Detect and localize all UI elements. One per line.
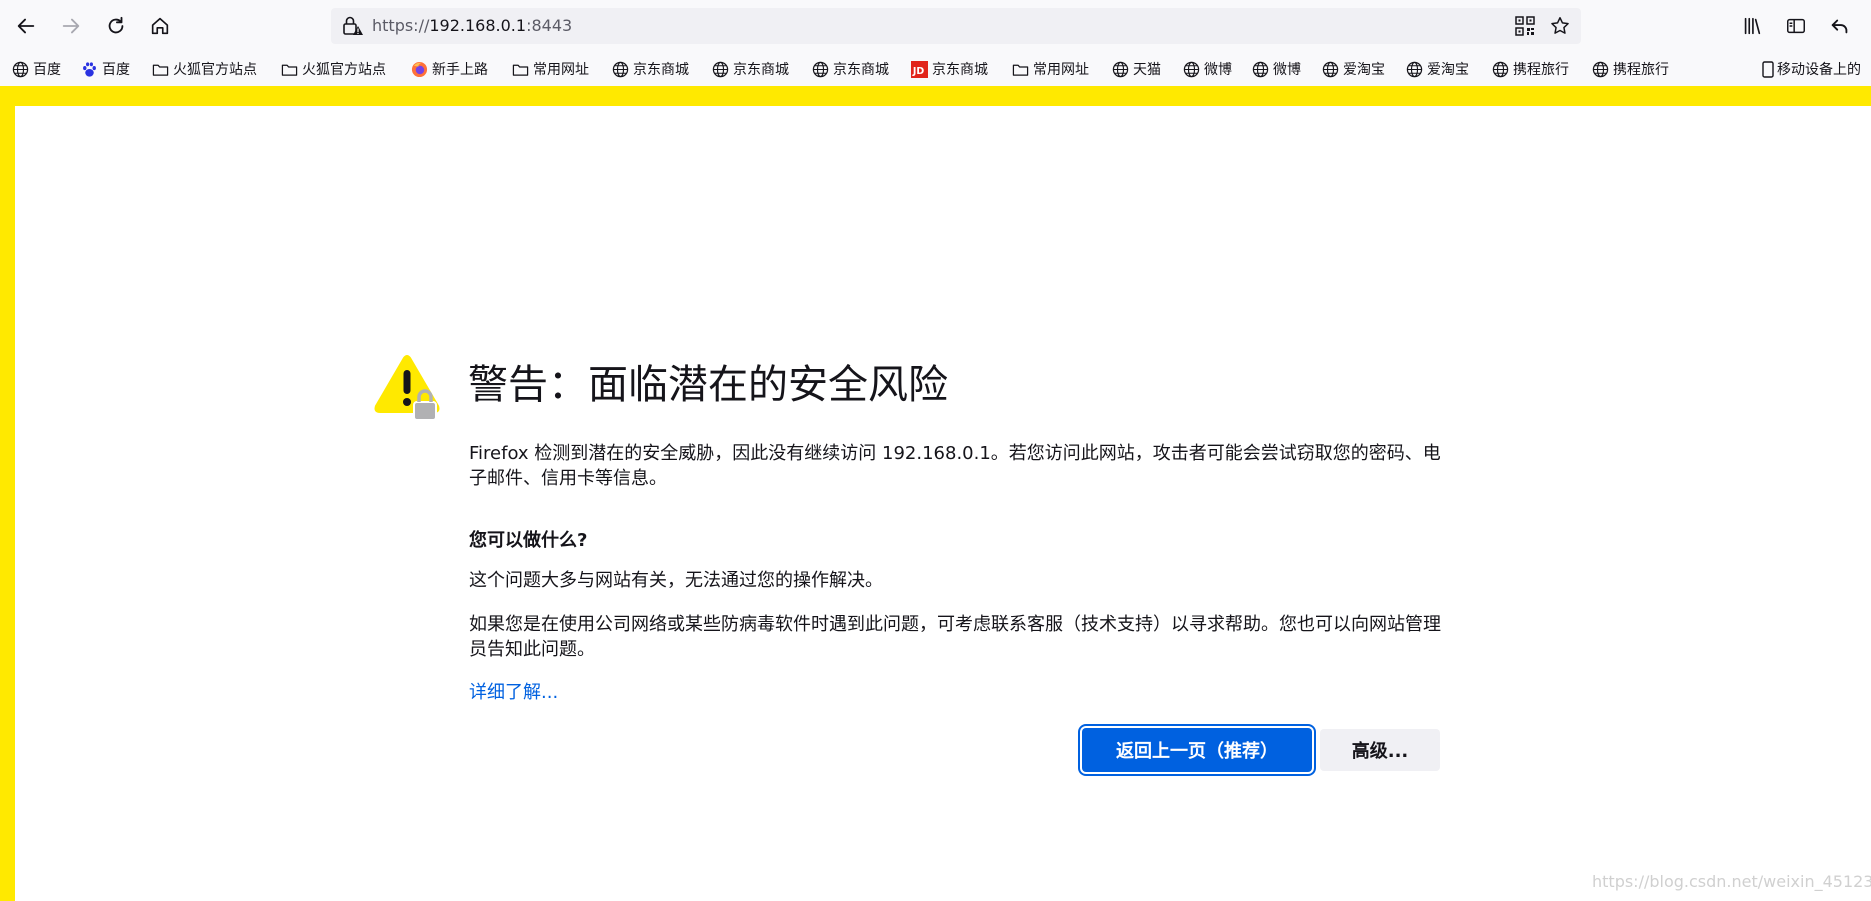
globe-icon [12, 61, 29, 78]
globe-icon [1406, 61, 1423, 78]
qr-code-icon[interactable] [1515, 16, 1535, 36]
bookmark-item[interactable]: 京东商城 [612, 58, 689, 80]
bookmark-item[interactable]: 百度 [81, 58, 130, 80]
bookmark-label: 携程旅行 [1613, 62, 1669, 78]
bookmark-label: 微博 [1204, 62, 1232, 78]
bookmark-item[interactable]: 常用网址 [1012, 58, 1089, 80]
url-scheme: https:// [372, 16, 430, 35]
mobile-bookmarks-label: 移动设备上的 [1777, 62, 1861, 78]
warning-lock-icon [374, 355, 440, 421]
bookmark-label: 常用网址 [533, 62, 589, 78]
globe-icon [1183, 61, 1200, 78]
bookmark-item[interactable]: 天猫 [1112, 58, 1161, 80]
bookmark-star-icon[interactable] [1549, 15, 1571, 37]
watermark-text: https://blog.csdn.net/weixin_45123715 [1592, 872, 1871, 891]
folder-icon [1012, 61, 1029, 78]
bookmark-label: 爱淘宝 [1343, 62, 1385, 78]
globe-icon [1112, 61, 1129, 78]
home-icon [151, 17, 169, 35]
bookmark-item[interactable]: 京东商城 [712, 58, 789, 80]
bookmark-item[interactable]: 微博 [1252, 58, 1301, 80]
back-button[interactable] [10, 10, 42, 42]
reload-button[interactable] [100, 10, 132, 42]
globe-icon [1492, 61, 1509, 78]
bookmark-item[interactable]: 常用网址 [512, 58, 589, 80]
svg-text:JD: JD [912, 65, 925, 76]
bookmark-item[interactable]: 火狐官方站点 [281, 58, 386, 80]
undo-arrow-icon [1831, 19, 1848, 34]
firefox-icon [411, 61, 428, 78]
bookmark-item[interactable]: 携程旅行 [1492, 58, 1569, 80]
url-text[interactable]: https://192.168.0.1:8443 [372, 16, 572, 35]
url-port: :8443 [526, 16, 573, 35]
url-host: 192.168.0.1 [429, 16, 527, 35]
what-can-you-do-heading: 您可以做什么? [469, 530, 588, 551]
undo-button[interactable] [1824, 10, 1856, 42]
browser-toolbar: https://192.168.0.1:8443 [0, 0, 1871, 52]
globe-icon [1592, 61, 1609, 78]
globe-icon [612, 61, 629, 78]
bookmark-label: 天猫 [1133, 62, 1161, 78]
sidebar-icon [1787, 18, 1805, 34]
bookmark-label: 火狐官方站点 [173, 62, 257, 78]
bookmark-label: 百度 [102, 62, 130, 78]
bookmark-label: 京东商城 [733, 62, 789, 78]
mobile-device-icon [1762, 60, 1774, 78]
bookmark-label: 新手上路 [432, 62, 488, 78]
bookmark-item[interactable]: 爱淘宝 [1406, 58, 1469, 80]
globe-icon [1252, 61, 1269, 78]
bookmark-item[interactable]: 火狐官方站点 [152, 58, 257, 80]
bookmark-item[interactable]: 京东商城 [812, 58, 889, 80]
bookmark-label: 携程旅行 [1513, 62, 1569, 78]
folder-icon [512, 61, 529, 78]
bookmark-item[interactable]: JD 京东商城 [911, 58, 988, 80]
library-button[interactable] [1736, 10, 1768, 42]
advanced-button[interactable]: 高级... [1320, 729, 1440, 771]
error-page [15, 106, 1871, 901]
intro-text: Firefox 检测到潜在的安全威胁，因此没有继续访问 192.168.0.1。… [469, 443, 1441, 489]
explanation-text: 这个问题大多与网站有关，无法通过您的操作解决。 [469, 570, 883, 591]
url-bar[interactable]: https://192.168.0.1:8443 [331, 8, 1581, 44]
library-icon [1744, 17, 1761, 35]
bookmark-item[interactable]: 新手上路 [411, 58, 488, 80]
arrow-left-icon [17, 18, 35, 34]
folder-icon [281, 61, 298, 78]
home-button[interactable] [144, 10, 176, 42]
learn-more-link[interactable]: 详细了解... [469, 678, 558, 704]
page-title: 警告：面临潜在的安全风险 [468, 362, 948, 408]
bookmark-item[interactable]: 爱淘宝 [1322, 58, 1385, 80]
globe-icon [712, 61, 729, 78]
go-back-button[interactable]: 返回上一页（推荐） [1082, 728, 1312, 772]
bookmarks-toolbar: 百度 百度 火狐官方站点 火狐官方站点 新手上路 常用网址 京东商城 京东商城 京东商城 JD 京东… [0, 52, 1871, 86]
bookmark-label: 京东商城 [633, 62, 689, 78]
bookmark-label: 京东商城 [833, 62, 889, 78]
support-text: 如果您是在使用公司网络或某些防病毒软件时遇到此问题，可考虑联系客服（技术支持）以… [469, 614, 1441, 660]
bookmark-item[interactable]: 微博 [1183, 58, 1232, 80]
bookmark-label: 微博 [1273, 62, 1301, 78]
bookmark-item[interactable]: 百度 [12, 58, 61, 80]
bookmark-label: 火狐官方站点 [302, 62, 386, 78]
bookmark-label: 常用网址 [1033, 62, 1089, 78]
arrow-right-icon [62, 18, 80, 34]
bookmark-label: 爱淘宝 [1427, 62, 1469, 78]
baidu-paw-icon [81, 61, 98, 78]
jd-icon: JD [911, 60, 928, 78]
bookmark-label: 百度 [33, 62, 61, 78]
bookmark-label: 京东商城 [932, 62, 988, 78]
reload-icon [108, 16, 124, 34]
globe-icon [812, 61, 829, 78]
bookmark-item[interactable]: 携程旅行 [1592, 58, 1669, 80]
folder-icon [152, 61, 169, 78]
forward-button[interactable] [55, 10, 87, 42]
insecure-lock-icon [343, 16, 363, 35]
globe-icon [1322, 61, 1339, 78]
mobile-bookmarks-folder[interactable]: 移动设备上的 [1762, 58, 1861, 80]
sidebar-button[interactable] [1780, 10, 1812, 42]
